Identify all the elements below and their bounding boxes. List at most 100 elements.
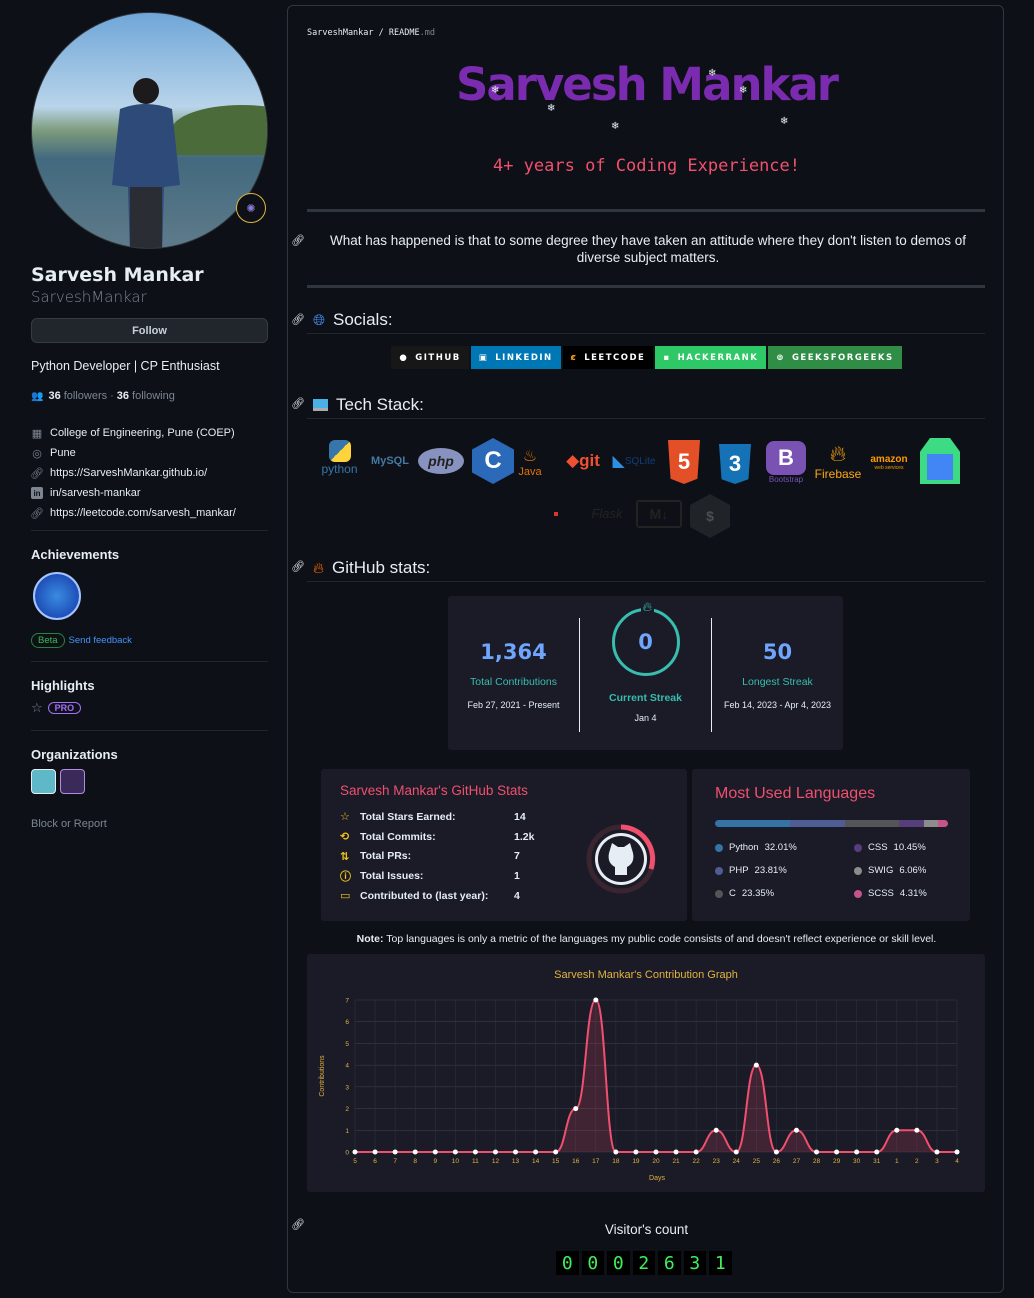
anchor-link-icon[interactable]: 🔗︎ — [291, 313, 305, 326]
detail-text[interactable]: https://SarveshMankar.github.io/ — [50, 467, 207, 479]
anchor-link-icon[interactable]: 🔗︎ — [291, 397, 305, 410]
leetcode-badge[interactable]: ȼ LEETCODE — [562, 346, 654, 369]
chart-point — [894, 1127, 900, 1133]
language-dot — [854, 889, 862, 898]
typing-text: 4+ years of Coding Experience! — [492, 156, 801, 176]
language-item: SWIG 6.06% — [854, 859, 964, 882]
php-icon: php — [418, 448, 464, 474]
horizontal-rule — [307, 209, 985, 212]
profile-avatar[interactable] — [31, 12, 268, 249]
achievements-title[interactable]: Achievements — [31, 547, 119, 562]
chart-x-tick-label: 12 — [492, 1158, 500, 1165]
followers-label[interactable]: followers — [64, 390, 107, 402]
snowflake-icon: ❄ — [491, 85, 500, 96]
flask-icon: Flask — [591, 505, 623, 521]
total-contributions: 1,364 Total Contributions Feb 27, 2021 -… — [448, 640, 579, 710]
detail-linkedin[interactable]: in in/sarvesh-mankar — [31, 483, 268, 503]
quote-text: What has happened is that to some degree… — [330, 233, 966, 265]
chart-point — [513, 1149, 519, 1155]
stat-value: 1.2k — [514, 830, 535, 843]
chart-point — [733, 1149, 739, 1155]
top-languages-card: Most Used Languages Python 32.01% PHP 23.8… — [692, 769, 970, 921]
readme-title: Sarvesh Mankar — [456, 58, 839, 111]
anchor-link-icon[interactable]: 🔗︎ — [291, 234, 305, 247]
detail-text: College of Engineering, Pune (COEP) — [50, 427, 235, 439]
following-label[interactable]: following — [132, 390, 175, 402]
stat-label: Total Stars Earned: — [360, 810, 456, 823]
chart-y-tick-label: 1 — [345, 1128, 349, 1135]
chart-y-tick-label: 2 — [345, 1106, 349, 1113]
chart-x-tick-label: 30 — [853, 1158, 861, 1165]
snowflake-icon: ❄ — [739, 85, 748, 96]
geeksforgeeks-badge[interactable]: ⊚ GEEKSFORGEEKS — [768, 346, 902, 369]
breadcrumb-file[interactable]: README — [389, 28, 420, 38]
linkedin-icon: in — [31, 487, 43, 499]
block-report-link[interactable]: Block or Report — [31, 818, 107, 830]
send-feedback-link[interactable]: Send feedback — [69, 635, 132, 646]
chart-x-tick-label: 24 — [733, 1158, 741, 1165]
social-badges: ● GITHUB ▣ LINKEDIN ȼ LEETCODE ▪ HACKERRANK … — [288, 346, 1005, 369]
status-emoji-icon[interactable]: ✺ — [236, 193, 266, 223]
visitor-digit: 0 — [607, 1251, 630, 1275]
chart-x-tick-label: 20 — [652, 1158, 660, 1165]
python-icon: python — [317, 432, 362, 484]
language-item: C 23.35% — [715, 882, 853, 905]
chart-x-tick-label: 22 — [693, 1158, 701, 1165]
beta-label: Beta — [31, 633, 65, 648]
github-icon: ● — [399, 352, 409, 363]
visitor-digit: 0 — [581, 1251, 604, 1275]
stat-value: 14 — [514, 810, 526, 823]
linkedin-icon: ▣ — [478, 352, 489, 363]
chart-point — [673, 1149, 679, 1155]
avatar-person — [112, 78, 180, 248]
chart-point — [773, 1149, 779, 1155]
language-item: CSS 10.45% — [854, 836, 964, 859]
globe-icon: 🌐︎ — [313, 311, 326, 329]
followers-count[interactable]: 36 — [48, 390, 60, 402]
language-item: PHP 23.81% — [715, 859, 853, 882]
snowflake-icon: ❄ — [780, 116, 789, 127]
laptop-icon — [313, 399, 328, 411]
profile-details: ▦ College of Engineering, Pune (COEP) ◎ … — [30, 423, 268, 523]
stats-card-title: Sarvesh Mankar's GitHub Stats — [340, 783, 528, 798]
longest-streak-range: Feb 14, 2023 - Apr 4, 2023 — [723, 700, 832, 710]
org-avatar[interactable] — [60, 769, 85, 794]
detail-leetcode[interactable]: 🔗︎ https://leetcode.com/sarvesh_mankar/ — [30, 503, 268, 523]
detail-text[interactable]: in/sarvesh-mankar — [50, 487, 140, 499]
linkedin-badge[interactable]: ▣ LINKEDIN — [470, 346, 561, 369]
c-icon: C — [472, 438, 514, 484]
detail-text[interactable]: https://leetcode.com/sarvesh_mankar/ — [50, 507, 236, 519]
heading-underline — [307, 418, 985, 419]
stat-label: Total Issues: — [360, 869, 424, 882]
chart-x-tick-label: 13 — [512, 1158, 520, 1165]
chart-x-axis-label: Days — [649, 1175, 665, 1182]
breadcrumb-user[interactable]: SarveshMankar — [307, 28, 374, 38]
chart-point — [793, 1127, 799, 1133]
following-count[interactable]: 36 — [117, 390, 129, 402]
languages-col-left: Python 32.01% PHP 23.81% C 23.35% — [715, 836, 853, 905]
chart-x-tick-label: 16 — [572, 1158, 580, 1165]
chart-y-tick-label: 7 — [345, 998, 349, 1005]
hackerrank-badge[interactable]: ▪ HACKERRANK — [655, 346, 767, 369]
detail-website[interactable]: 🔗︎ https://SarveshMankar.github.io/ — [30, 463, 268, 483]
chart-x-tick-label: 4 — [955, 1158, 959, 1165]
streak-ring: 🔥︎ 0 — [611, 599, 680, 676]
divider — [31, 661, 268, 662]
socials-heading: 🌐︎ Socials: — [313, 310, 393, 330]
visitor-digit: 6 — [658, 1251, 681, 1275]
link-icon: 🔗︎ — [30, 467, 44, 480]
follow-button[interactable]: Follow — [31, 318, 268, 343]
org-avatar[interactable] — [31, 769, 56, 794]
badge-label: GEEKSFORGEEKS — [791, 352, 894, 363]
star-icon: ☆ — [340, 811, 350, 824]
chart-y-tick-label: 0 — [345, 1150, 349, 1157]
tech-heading-text: Tech Stack: — [336, 395, 424, 414]
stats-rows: ☆ Total Stars Earned: 14 ⟲ Total Commits: 1.… — [340, 807, 560, 905]
organizations-list — [31, 769, 85, 794]
achievement-badge-icon[interactable] — [33, 572, 81, 620]
visitor-digit: 1 — [709, 1251, 732, 1275]
visitor-counter: 0 0 0 2 6 3 1 — [556, 1251, 732, 1275]
github-badge[interactable]: ● GITHUB — [391, 346, 469, 369]
anchor-link-icon[interactable]: 🔗︎ — [291, 560, 305, 573]
chart-point — [814, 1149, 820, 1155]
